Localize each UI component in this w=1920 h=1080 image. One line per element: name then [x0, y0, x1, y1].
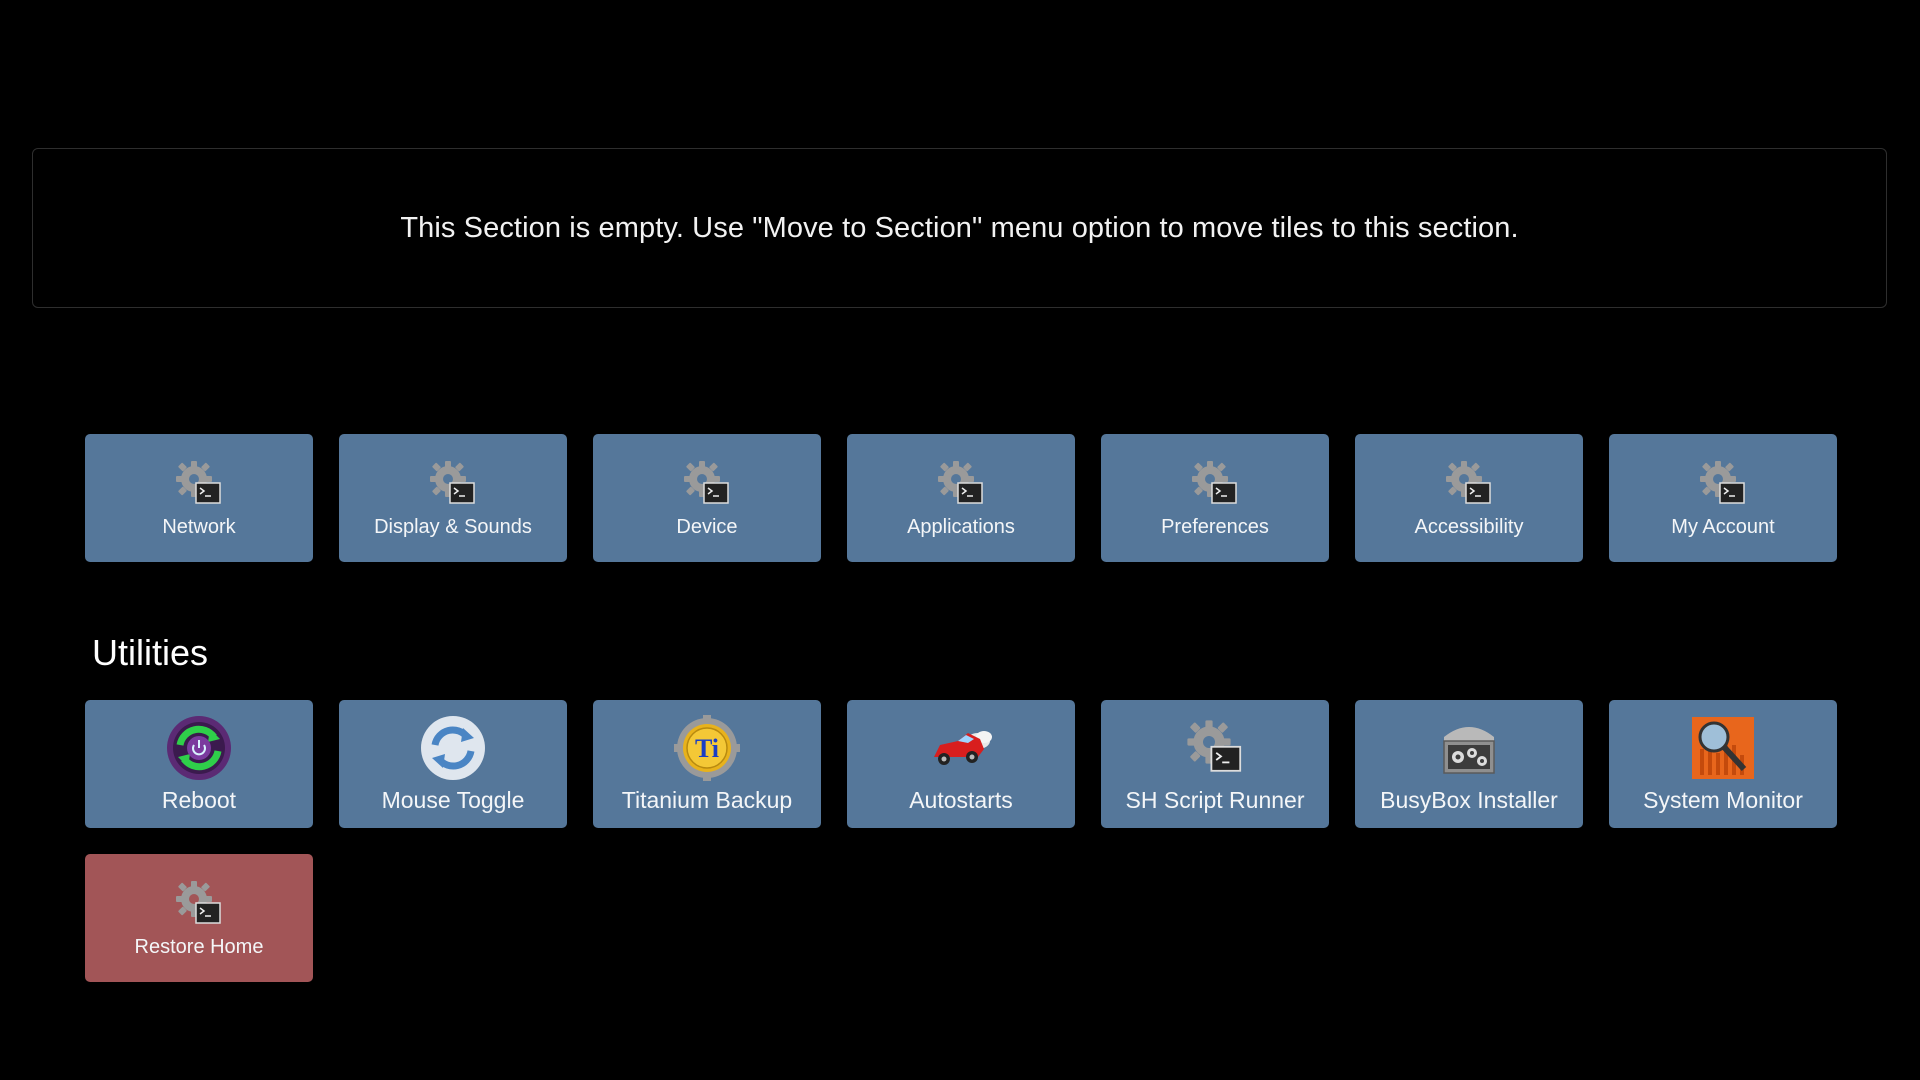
tile-label: Network	[162, 515, 236, 538]
settings-terminal-icon	[1189, 458, 1241, 510]
tile-label: SH Script Runner	[1125, 786, 1305, 813]
settings-terminal-icon	[173, 878, 225, 930]
tile-display-sounds[interactable]: Display & Sounds	[339, 434, 567, 562]
mouse-toggle-icon	[420, 715, 486, 781]
settings-terminal-icon	[173, 458, 225, 510]
tile-mouse-toggle[interactable]: Mouse Toggle	[339, 700, 567, 828]
reboot-icon	[166, 715, 232, 781]
titanium-backup-icon: Ti	[674, 714, 740, 781]
tile-label: System Monitor	[1643, 786, 1803, 813]
tile-label: Device	[676, 515, 738, 538]
tile-label: Display & Sounds	[374, 515, 532, 538]
launcher-home: This Section is empty. Use "Move to Sect…	[0, 0, 1920, 1080]
settings-terminal-icon	[681, 458, 733, 510]
tile-label: Preferences	[1161, 515, 1269, 538]
tile-sh-script-runner[interactable]: SH Script Runner	[1101, 700, 1329, 828]
settings-terminal-icon	[935, 458, 987, 510]
system-monitor-icon	[1690, 715, 1756, 781]
settings-terminal-icon	[1697, 458, 1749, 510]
tile-restore-home[interactable]: Restore Home	[85, 854, 313, 982]
tile-busybox-installer[interactable]: BusyBox Installer	[1355, 700, 1583, 828]
tile-autostarts[interactable]: Autostarts	[847, 700, 1075, 828]
busybox-icon	[1436, 715, 1502, 781]
tile-preferences[interactable]: Preferences	[1101, 434, 1329, 562]
tile-reboot[interactable]: Reboot	[85, 700, 313, 828]
settings-terminal-icon	[427, 458, 479, 510]
tile-applications[interactable]: Applications	[847, 434, 1075, 562]
empty-section-box: This Section is empty. Use "Move to Sect…	[32, 148, 1887, 308]
restore-row: Restore Home	[85, 854, 313, 982]
empty-section-message: This Section is empty. Use "Move to Sect…	[400, 211, 1519, 244]
tile-accessibility[interactable]: Accessibility	[1355, 434, 1583, 562]
utilities-section-title: Utilities	[92, 632, 209, 673]
svg-text:Ti: Ti	[695, 734, 719, 763]
tile-label: Applications	[907, 515, 1015, 538]
tile-titanium-backup[interactable]: Ti Titanium Backup	[593, 700, 821, 828]
tile-device[interactable]: Device	[593, 434, 821, 562]
autostarts-icon	[928, 715, 994, 781]
tile-label: BusyBox Installer	[1380, 786, 1558, 813]
tile-label: My Account	[1671, 515, 1775, 538]
tile-label: Titanium Backup	[621, 786, 793, 813]
settings-terminal-icon	[1443, 458, 1495, 510]
settings-row: Network Display & Sounds Device Applicat…	[85, 434, 1837, 562]
tile-label: Mouse Toggle	[381, 786, 525, 813]
tile-label: Restore Home	[134, 935, 264, 958]
utilities-row: Reboot Mouse Toggle Ti Titanium Backup A…	[85, 700, 1837, 828]
tile-label: Accessibility	[1414, 515, 1524, 538]
tile-network[interactable]: Network	[85, 434, 313, 562]
tile-label: Autostarts	[909, 786, 1013, 813]
tile-my-account[interactable]: My Account	[1609, 434, 1837, 562]
tile-system-monitor[interactable]: System Monitor	[1609, 700, 1837, 828]
settings-terminal-icon	[1182, 715, 1248, 781]
tile-label: Reboot	[161, 786, 237, 813]
